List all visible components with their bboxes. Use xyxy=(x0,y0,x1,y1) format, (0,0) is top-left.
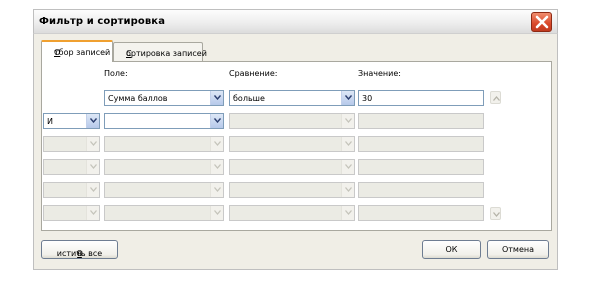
comparison-column-label: Сравнение: xyxy=(229,69,278,78)
chevron-down-icon[interactable] xyxy=(341,91,354,105)
tab-filter-label: тбор записей xyxy=(54,48,111,57)
chevron-down-icon xyxy=(86,206,99,220)
chevron-down-icon xyxy=(86,183,99,197)
chevron-down-icon xyxy=(341,137,354,151)
dialog-body: Отбор записей Сортировка записей Поле: С… xyxy=(33,34,558,270)
value-input-1[interactable]: 30 xyxy=(358,90,484,106)
tab-filter-records[interactable]: Отбор записей xyxy=(41,40,113,62)
chevron-down-icon xyxy=(210,183,223,197)
scroll-up-button[interactable] xyxy=(490,91,501,104)
ok-button[interactable]: ОК xyxy=(422,240,481,259)
tab-sort-label: ортировка записей xyxy=(126,49,207,58)
value-input-3 xyxy=(358,136,484,152)
title-bar[interactable]: Фильтр и сортировка xyxy=(33,9,558,34)
value-input-6 xyxy=(358,205,484,221)
comparison-select-2 xyxy=(229,113,355,129)
chevron-down-icon xyxy=(210,206,223,220)
comparison-select-1[interactable]: больше xyxy=(229,90,355,106)
tab-sort-records[interactable]: Сортировка записей xyxy=(113,42,207,61)
logic-select-6 xyxy=(43,205,100,221)
field-select-4 xyxy=(104,159,224,175)
field-select-1[interactable]: Сумма баллов xyxy=(104,90,224,106)
field-select-2[interactable] xyxy=(104,113,224,129)
chevron-down-icon xyxy=(341,206,354,220)
value-column-label: Значение: xyxy=(358,69,401,78)
dialog-title: Фильтр и сортировка xyxy=(39,16,166,27)
field-select-5 xyxy=(104,182,224,198)
chevron-down-icon xyxy=(86,160,99,174)
logic-select-4 xyxy=(43,159,100,175)
close-icon xyxy=(535,15,549,29)
comparison-select-6 xyxy=(229,205,355,221)
chevron-down-icon xyxy=(210,137,223,151)
comparison-select-3 xyxy=(229,136,355,152)
chevron-down-icon xyxy=(341,160,354,174)
logic-select-2[interactable]: И xyxy=(43,113,100,129)
value-input-5 xyxy=(358,182,484,198)
chevron-down-icon xyxy=(86,137,99,151)
chevron-down-icon xyxy=(341,114,354,128)
value-input-2 xyxy=(358,113,484,129)
cancel-button[interactable]: Отмена xyxy=(487,240,549,259)
chevron-down-icon[interactable] xyxy=(86,114,99,128)
comparison-select-5 xyxy=(229,182,355,198)
field-column-label: Поле: xyxy=(104,69,128,78)
chevron-down-icon[interactable] xyxy=(210,91,223,105)
clear-all-button[interactable]: Оч истить все xyxy=(41,240,118,259)
chevron-down-icon xyxy=(341,183,354,197)
logic-select-3 xyxy=(43,136,100,152)
filter-panel: Поле: Сравнение: Значение: Сумма баллов … xyxy=(41,61,552,231)
field-select-3 xyxy=(104,136,224,152)
chevron-down-icon[interactable] xyxy=(210,114,223,128)
value-input-4 xyxy=(358,159,484,175)
close-button[interactable] xyxy=(531,12,552,32)
comparison-select-4 xyxy=(229,159,355,175)
chevron-down-icon xyxy=(493,212,500,217)
field-select-6 xyxy=(104,205,224,221)
logic-select-5 xyxy=(43,182,100,198)
chevron-down-icon xyxy=(210,160,223,174)
scroll-down-button[interactable] xyxy=(490,207,501,220)
chevron-up-icon xyxy=(493,96,500,101)
